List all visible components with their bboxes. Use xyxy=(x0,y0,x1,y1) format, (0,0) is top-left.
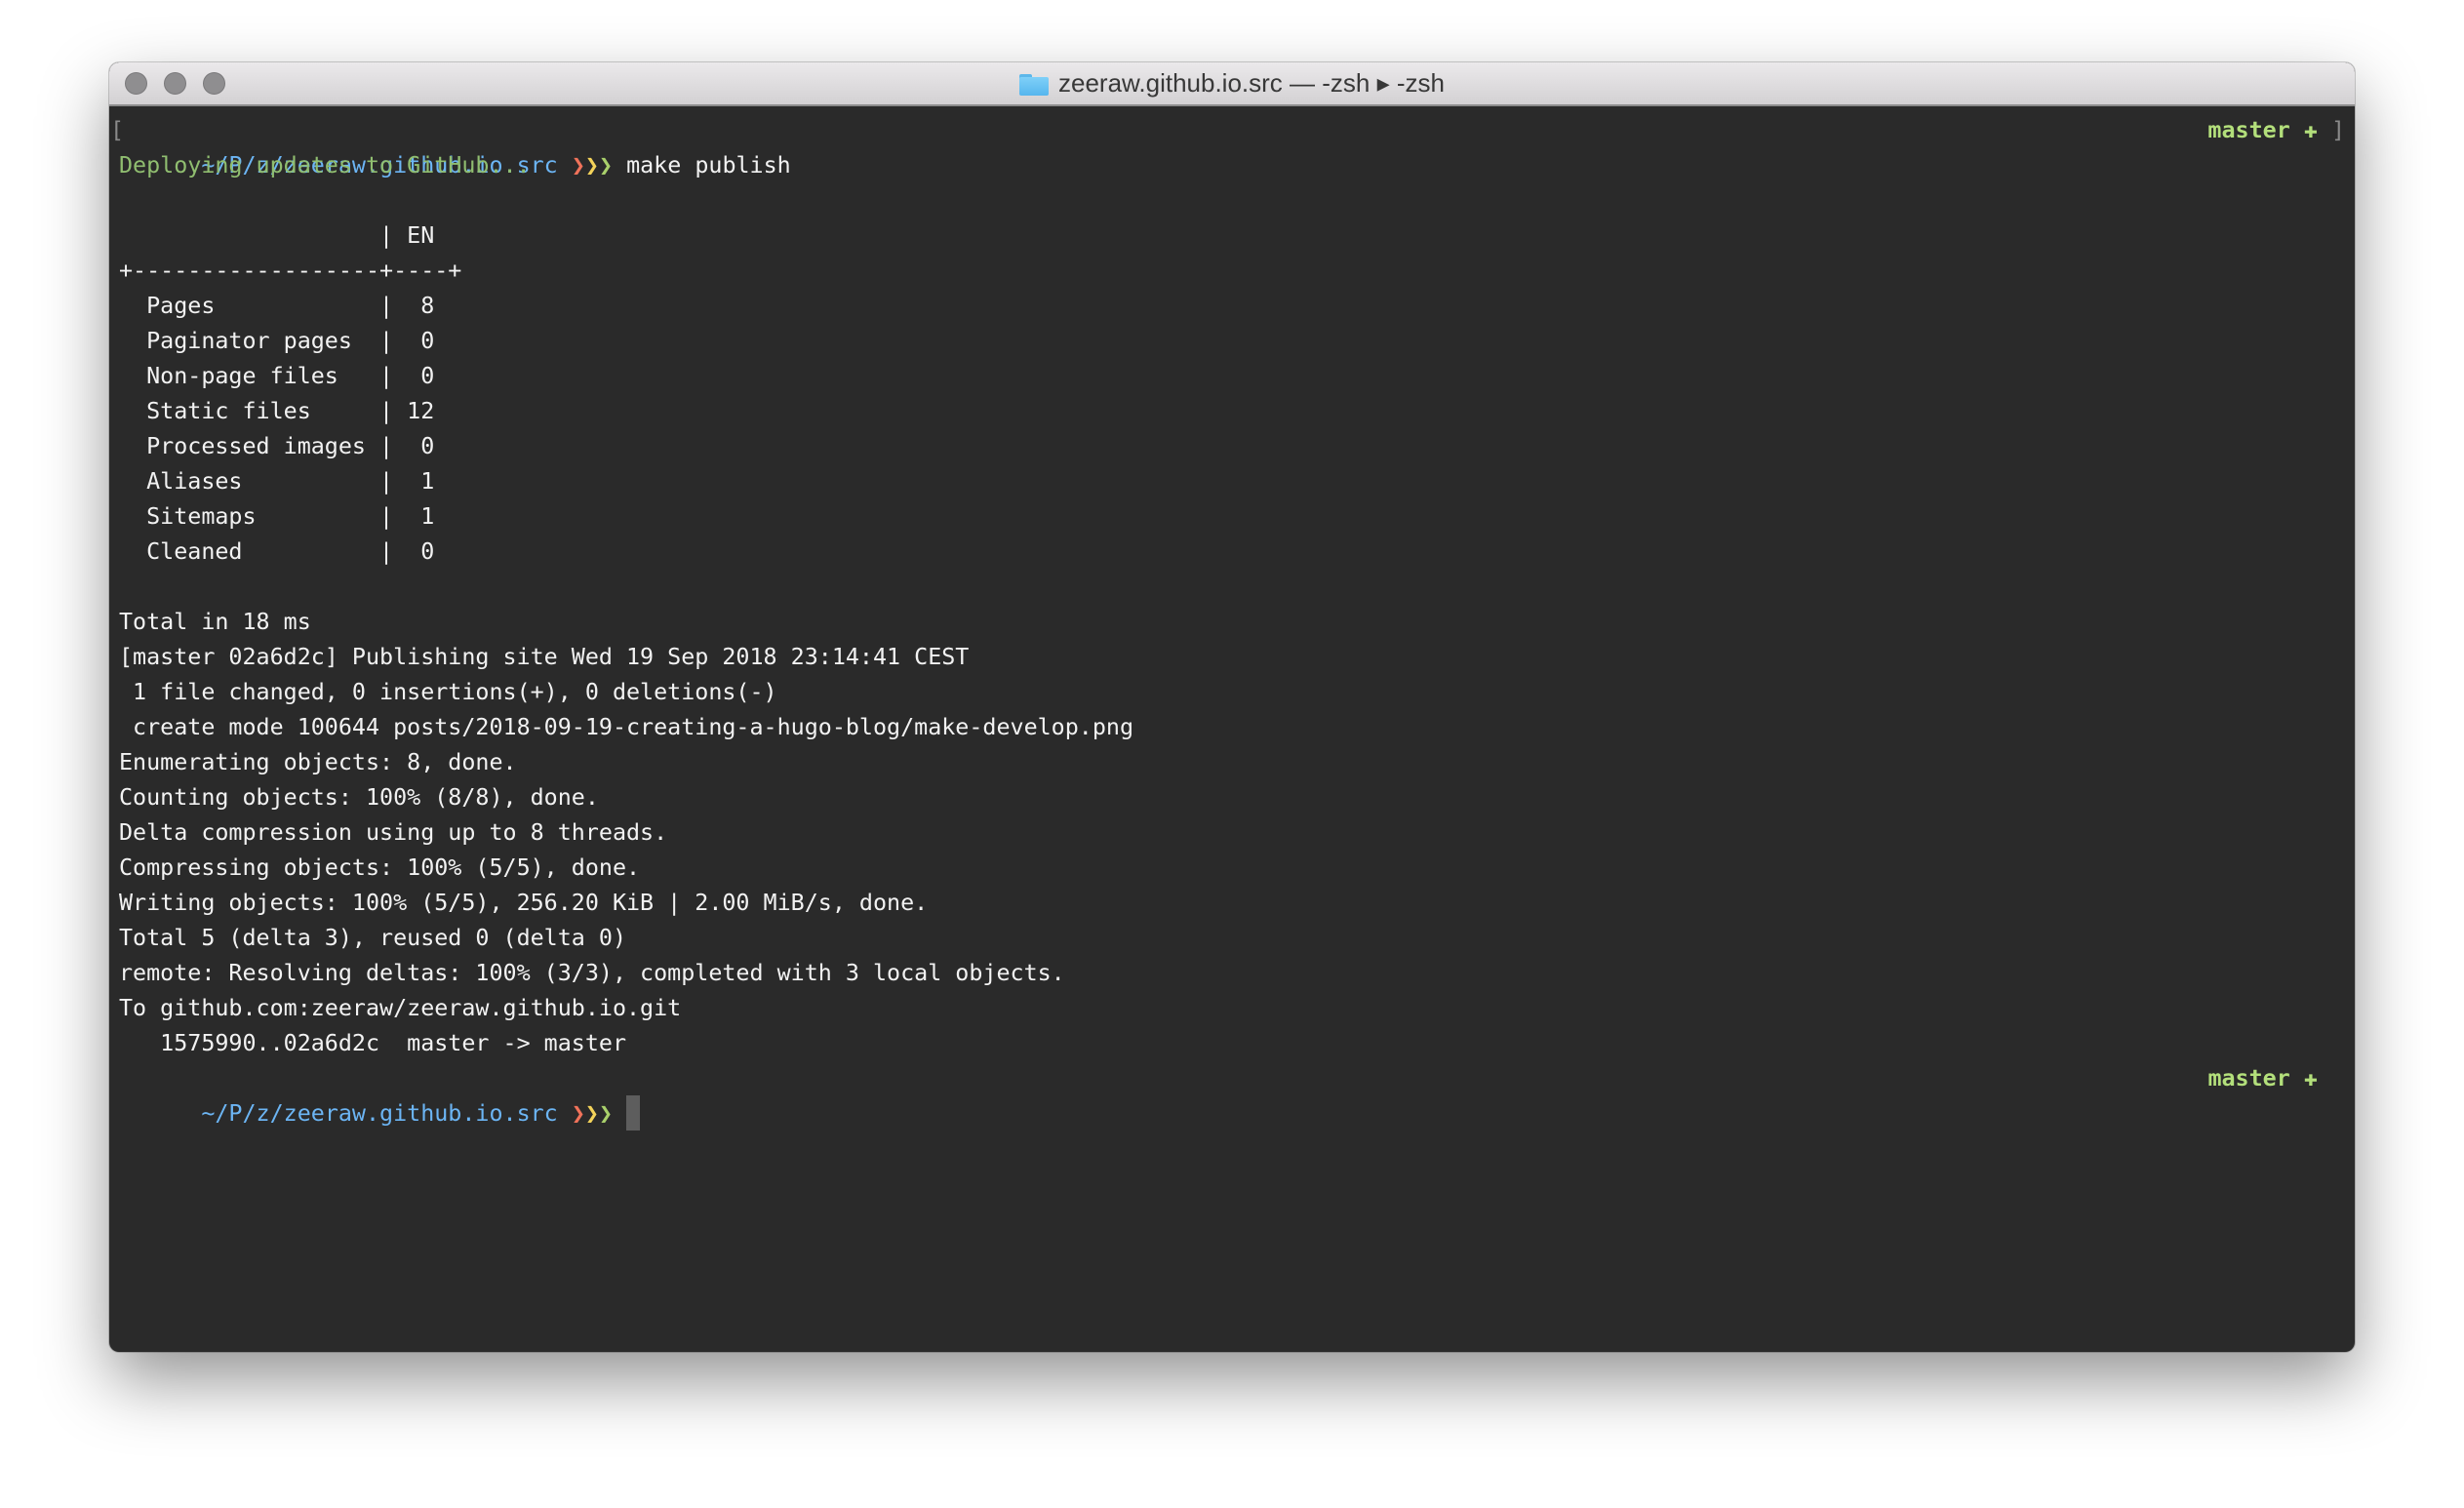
title-bar[interactable]: zeeraw.github.io.src — -zsh ▸ -zsh xyxy=(109,62,2355,106)
output-line: To github.com:zeeraw/zeeraw.github.io.gi… xyxy=(119,994,682,1021)
output-line: remote: Resolving deltas: 100% (3/3), co… xyxy=(119,959,1065,986)
terminal-window: zeeraw.github.io.src — -zsh ▸ -zsh [~/P/… xyxy=(109,62,2355,1352)
git-branch: master xyxy=(2207,1064,2290,1091)
output-line: Total in 18 ms xyxy=(119,608,311,635)
plus-icon: ✚ xyxy=(2303,1064,2318,1091)
stats-table-row: Paginator pages | 0 xyxy=(119,327,435,354)
stats-table-row: Non-page files | 0 xyxy=(119,362,435,389)
prompt-arrow-icon: ❯ xyxy=(571,1099,585,1127)
stats-table-row: Cleaned | 0 xyxy=(119,537,435,565)
current-prompt-line[interactable]: ~/P/z/zeeraw.github.io.src ❯❯❯ master ✚ xyxy=(109,1060,2355,1131)
output-line: Total 5 (delta 3), reused 0 (delta 0) xyxy=(119,924,627,951)
output-line: 1 file changed, 0 insertions(+), 0 delet… xyxy=(119,678,777,705)
folder-icon xyxy=(1019,73,1050,96)
deploy-message: Deploying updates to GitHub... xyxy=(119,151,531,179)
right-prompt: master ✚ xyxy=(2207,1060,2345,1095)
terminal-output[interactable]: [~/P/z/zeeraw.github.io.src ❯❯❯ make pub… xyxy=(109,112,2355,1352)
text-cursor[interactable] xyxy=(626,1095,641,1131)
output-line: Writing objects: 100% (5/5), 256.20 KiB … xyxy=(119,889,929,916)
output-line: 1575990..02a6d2c master -> master xyxy=(119,1029,627,1056)
prompt-path: ~/P/z/zeeraw.github.io.src xyxy=(201,1099,558,1127)
stats-table-header: | EN xyxy=(119,221,435,249)
output-line: Enumerating objects: 8, done. xyxy=(119,748,517,775)
output-line: Delta compression using up to 8 threads. xyxy=(119,818,668,846)
stats-table-row: Sitemaps | 1 xyxy=(119,502,435,530)
stats-table-row: Aliases | 1 xyxy=(119,467,435,495)
stats-table-row: Processed images | 0 xyxy=(119,432,435,459)
prompt-close-bracket: ] xyxy=(2330,116,2345,143)
window-title: zeeraw.github.io.src — -zsh ▸ -zsh xyxy=(1058,68,1445,98)
prompt-arrow-icon: ❯ xyxy=(598,1099,613,1127)
output-line: create mode 100644 posts/2018-09-19-crea… xyxy=(119,713,1134,740)
right-prompt: master ✚ ] xyxy=(2207,112,2345,147)
prompt-arrow-icon: ❯ xyxy=(584,1099,599,1127)
stats-table-row: Static files | 12 xyxy=(119,397,435,424)
prompt-line: [~/P/z/zeeraw.github.io.src ❯❯❯ make pub… xyxy=(109,112,2355,179)
stats-table-row: Pages | 8 xyxy=(119,292,435,319)
output-line: [master 02a6d2c] Publishing site Wed 19 … xyxy=(119,643,970,670)
prompt-open-bracket: [ xyxy=(110,116,125,143)
stats-table-separator: +------------------+----+ xyxy=(119,257,462,284)
plus-icon: ✚ xyxy=(2303,116,2318,143)
window-title-area: zeeraw.github.io.src — -zsh ▸ -zsh xyxy=(109,62,2355,104)
git-branch: master xyxy=(2207,116,2290,143)
output-line: Compressing objects: 100% (5/5), done. xyxy=(119,853,641,881)
output-line: Counting objects: 100% (8/8), done. xyxy=(119,783,599,811)
